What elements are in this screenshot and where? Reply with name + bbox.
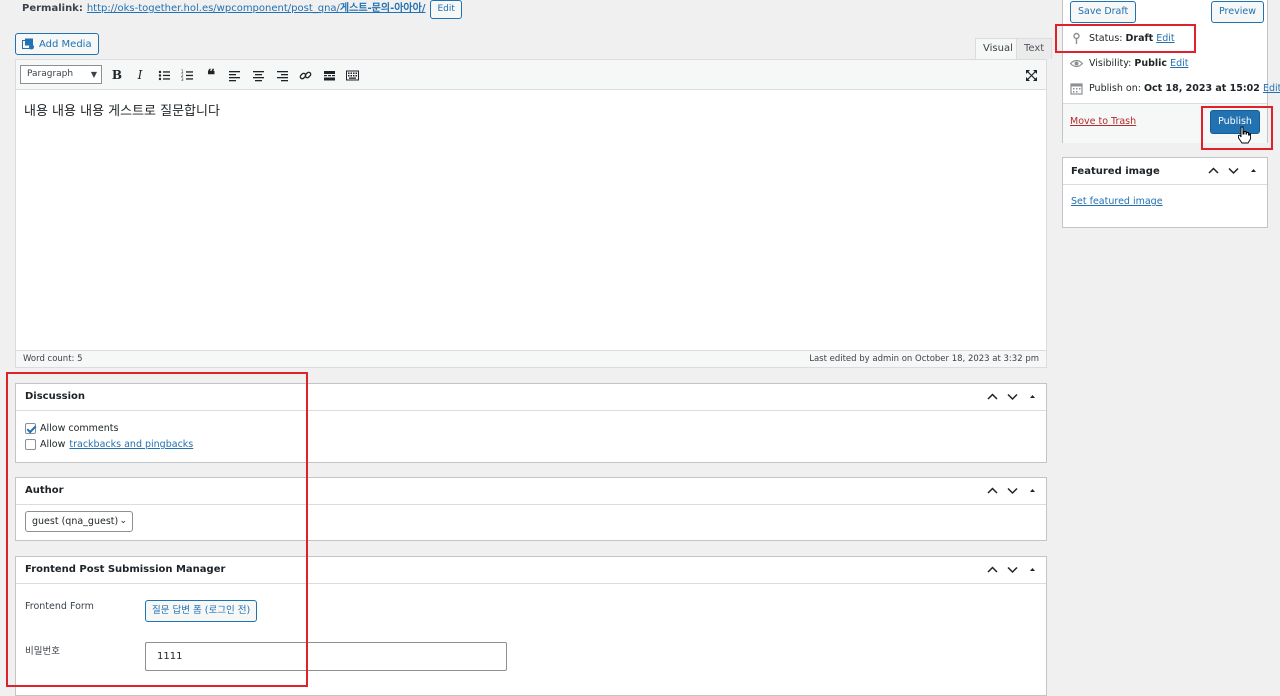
align-center-icon[interactable]: [249, 66, 267, 84]
add-media-button[interactable]: Add Media: [15, 33, 99, 55]
move-to-trash-link[interactable]: Move to Trash: [1070, 116, 1136, 127]
read-more-icon[interactable]: [320, 66, 338, 84]
eye-icon: [1070, 57, 1083, 70]
annotation-metaboxes-highlight: [6, 372, 308, 687]
chevron-down-icon: ▼: [90, 70, 97, 79]
permalink-label: Permalink:: [22, 3, 83, 14]
featured-image-box: Featured image Set featured image: [1062, 157, 1268, 228]
align-right-icon[interactable]: [273, 66, 291, 84]
bold-icon[interactable]: B: [108, 66, 126, 84]
permalink-bar: Permalink: http://oks-together.hol.es/wp…: [22, 0, 462, 19]
editor-toolbar: Paragraph ▼ B I 123 ❝: [16, 60, 1046, 90]
permalink-edit-button[interactable]: Edit: [430, 0, 462, 19]
annotation-status-highlight: [1055, 24, 1196, 53]
chevron-up-icon[interactable]: [987, 485, 998, 496]
permalink-url-slug: 게스트-문의-아아아/: [339, 3, 426, 14]
editor-statusbar: Word count: 5 Last edited by admin on Oc…: [16, 350, 1046, 367]
numbered-list-icon[interactable]: 123: [178, 66, 196, 84]
editor-content[interactable]: 내용 내용 내용 게스트로 질문합니다: [24, 100, 220, 119]
chevron-up-icon[interactable]: [987, 564, 998, 575]
format-select-value: Paragraph: [27, 69, 74, 79]
content-editor: Paragraph ▼ B I 123 ❝ 내용 내용 내용 게스트로 질문합니…: [15, 59, 1047, 368]
publish-on-value: Oct 18, 2023 at 15:02: [1143, 83, 1260, 94]
visibility-label: Visibility:: [1089, 58, 1132, 69]
toolbar-toggle-icon[interactable]: [343, 66, 361, 84]
add-media-label: Add Media: [39, 38, 92, 50]
permalink-url[interactable]: http://oks-together.hol.es/wpcomponent/p…: [87, 1, 426, 17]
calendar-icon: [1070, 82, 1083, 95]
blockquote-icon[interactable]: ❝: [202, 66, 220, 84]
visibility-edit-link[interactable]: Edit: [1170, 58, 1188, 69]
annotation-publish-highlight: [1201, 106, 1273, 150]
chevron-up-icon[interactable]: [987, 391, 998, 402]
featured-image-title: Featured image: [1071, 166, 1160, 177]
media-icon: [22, 38, 35, 50]
collapse-triangle-icon[interactable]: [1027, 485, 1038, 496]
chevron-down-icon[interactable]: [1007, 391, 1018, 402]
bulleted-list-icon[interactable]: [155, 66, 173, 84]
last-edited: Last edited by admin on October 18, 2023…: [809, 354, 1039, 364]
svg-text:3: 3: [181, 77, 184, 82]
collapse-triangle-icon[interactable]: [1027, 391, 1038, 402]
italic-icon[interactable]: I: [131, 66, 149, 84]
format-select[interactable]: Paragraph ▼: [20, 65, 102, 84]
collapse-triangle-icon[interactable]: [1248, 165, 1259, 176]
chevron-up-icon[interactable]: [1208, 165, 1219, 176]
preview-button[interactable]: Preview: [1211, 1, 1264, 23]
word-count: Word count: 5: [23, 354, 83, 364]
chevron-down-icon[interactable]: [1007, 485, 1018, 496]
link-icon[interactable]: [296, 66, 314, 84]
permalink-url-base: http://oks-together.hol.es/wpcomponent/p…: [86, 3, 340, 14]
featured-image-header: Featured image: [1063, 158, 1267, 185]
publish-date-row: Publish on: Oct 18, 2023 at 15:02 Edit: [1070, 82, 1280, 95]
chevron-down-icon[interactable]: [1228, 165, 1239, 176]
collapse-triangle-icon[interactable]: [1027, 564, 1038, 575]
tab-visual[interactable]: Visual: [975, 38, 1021, 59]
publish-on-label: Publish on:: [1089, 83, 1141, 94]
align-left-icon[interactable]: [225, 66, 243, 84]
visibility-row: Visibility: Public Edit: [1070, 57, 1188, 70]
tab-text[interactable]: Text: [1016, 38, 1053, 59]
fullscreen-icon[interactable]: [1022, 66, 1040, 84]
set-featured-image-link[interactable]: Set featured image: [1071, 196, 1163, 207]
save-draft-button[interactable]: Save Draft: [1070, 1, 1137, 23]
chevron-down-icon[interactable]: [1007, 564, 1018, 575]
publish-date-edit-link[interactable]: Edit: [1263, 83, 1280, 94]
visibility-value: Public: [1134, 58, 1168, 69]
